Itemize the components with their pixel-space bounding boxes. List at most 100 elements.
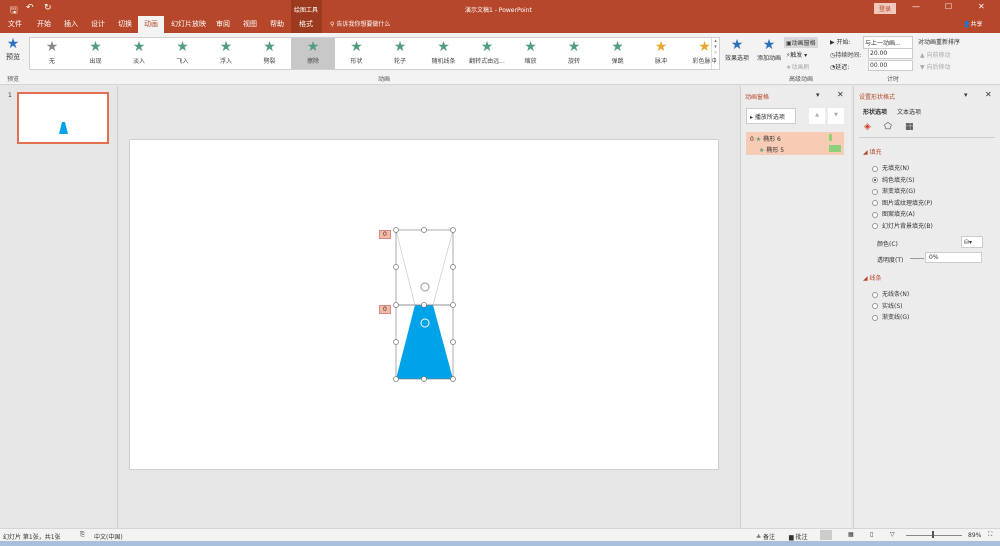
- fill-option-radio[interactable]: 图案填充(A): [872, 209, 915, 218]
- close-icon[interactable]: ✕: [985, 90, 992, 99]
- size-properties-icon[interactable]: ▦: [905, 122, 914, 132]
- normal-view-button[interactable]: [820, 530, 832, 540]
- animation-star-icon: ★: [219, 39, 233, 55]
- animation-option[interactable]: ★ 飞入: [161, 38, 205, 69]
- redo-icon[interactable]: ↻: [44, 3, 52, 13]
- animation-option[interactable]: ★ 缩放: [509, 38, 553, 69]
- play-selected-button[interactable]: ▸ 播放所选项: [746, 108, 796, 124]
- tab-help[interactable]: 帮助: [270, 19, 284, 29]
- preview-button[interactable]: ★ 预览: [3, 36, 23, 62]
- tab-animations[interactable]: 动画: [138, 16, 164, 33]
- animation-painter-button[interactable]: ★动画刷: [786, 62, 809, 71]
- zoom-slider[interactable]: [906, 535, 962, 536]
- fill-section-header[interactable]: ◢ 填充: [863, 147, 882, 156]
- tab-slideshow[interactable]: 幻灯片放映: [171, 19, 206, 29]
- fill-option-radio[interactable]: 无填充(N): [872, 163, 909, 172]
- tab-insert[interactable]: 插入: [64, 19, 78, 29]
- maximize-button[interactable]: ☐: [945, 2, 952, 11]
- close-icon[interactable]: ✕: [837, 90, 844, 99]
- tab-file[interactable]: 文件: [8, 19, 22, 29]
- trigger-button[interactable]: ⚡触发 ▾: [786, 50, 807, 59]
- fill-option-radio[interactable]: 图片或纹理填充(P): [872, 198, 932, 207]
- move-up-button[interactable]: ▲: [809, 108, 825, 124]
- tab-design[interactable]: 设计: [91, 19, 105, 29]
- tab-view[interactable]: 视图: [243, 19, 257, 29]
- animation-option[interactable]: ★ 彩色脉冲: [683, 38, 727, 69]
- share-button[interactable]: 👤共享: [963, 19, 983, 28]
- animation-pane-button[interactable]: ▣动画窗格: [784, 37, 818, 48]
- animation-option[interactable]: ★ 无: [30, 38, 74, 69]
- tab-format[interactable]: 格式: [299, 19, 313, 29]
- color-picker-button[interactable]: ⛁▾: [961, 236, 983, 248]
- animation-option[interactable]: ★ 劈裂: [248, 38, 292, 69]
- animation-option[interactable]: ★ 随机线条: [422, 38, 466, 69]
- animation-option[interactable]: ★ 轮子: [378, 38, 422, 69]
- animation-star-icon: ★: [480, 39, 494, 55]
- fill-option-label: 幻灯片背景填充(B): [882, 222, 933, 230]
- notes-button[interactable]: ≙ 备注: [756, 532, 775, 541]
- gallery-scrollbar[interactable]: ▴ ▾ ▿: [711, 38, 719, 69]
- zoom-level[interactable]: 89%: [968, 532, 981, 539]
- login-button[interactable]: 登录: [874, 3, 897, 14]
- line-option-radio[interactable]: 实线(S): [872, 301, 903, 310]
- pane-menu-icon[interactable]: ▾: [816, 91, 820, 99]
- line-option-radio[interactable]: 渐变线(G): [872, 312, 909, 321]
- delay-input[interactable]: 00.00: [868, 60, 913, 71]
- tab-review[interactable]: 审阅: [216, 19, 230, 29]
- tell-me-search[interactable]: ⚲ 告诉我你想要做什么: [330, 19, 390, 28]
- animation-option[interactable]: ★ 翻转式由远...: [465, 38, 509, 69]
- animation-tag[interactable]: 0: [379, 305, 391, 314]
- tab-text-options[interactable]: 文本选项: [897, 107, 921, 116]
- move-down-button[interactable]: ▼: [828, 108, 844, 124]
- slide-sorter-button[interactable]: ▦: [848, 531, 854, 538]
- animation-option[interactable]: ★ 旋转: [552, 38, 596, 69]
- tab-shape-options[interactable]: 形状选项: [863, 107, 887, 116]
- animation-option[interactable]: ★ 形状: [335, 38, 379, 69]
- fill-option-radio[interactable]: 渐变填充(G): [872, 186, 915, 195]
- duration-input[interactable]: 20.00: [868, 48, 913, 59]
- zoom-slider-thumb[interactable]: [932, 531, 934, 538]
- minimize-button[interactable]: —: [912, 2, 920, 11]
- animation-option[interactable]: ★ 出现: [74, 38, 118, 69]
- transparency-slider[interactable]: [910, 258, 924, 259]
- animation-option[interactable]: ★ 淡入: [117, 38, 161, 69]
- pane-menu-icon[interactable]: ▾: [964, 91, 968, 99]
- line-option-label: 无线条(N): [882, 291, 910, 298]
- add-animation-button[interactable]: ★ 添加动画: [756, 37, 782, 62]
- animation-option-label: 劈裂: [263, 58, 276, 65]
- animation-option[interactable]: ★ 擦除: [291, 38, 335, 69]
- tab-home[interactable]: 开始: [37, 19, 51, 29]
- line-section-header[interactable]: ◢ 线条: [863, 273, 882, 282]
- tab-transitions[interactable]: 切换: [118, 19, 132, 29]
- star-icon: ★: [730, 37, 744, 53]
- transparency-input[interactable]: 0%: [925, 252, 982, 263]
- close-button[interactable]: ✕: [978, 2, 985, 11]
- effect-options-button[interactable]: ★ 效果选项: [725, 37, 749, 62]
- language[interactable]: 中文(中国): [94, 532, 123, 541]
- undo-icon[interactable]: ↶: [26, 3, 34, 13]
- animation-tag[interactable]: 0: [379, 230, 391, 239]
- reading-view-button[interactable]: ▯: [870, 531, 873, 538]
- spellcheck-icon[interactable]: ⎘: [80, 531, 85, 539]
- move-earlier-button[interactable]: ▲ 向前移动: [920, 50, 951, 59]
- save-icon[interactable]: 🖫: [10, 3, 18, 19]
- fill-option-radio[interactable]: 幻灯片背景填充(B): [872, 221, 933, 230]
- effects-pentagon-icon[interactable]: ⬠: [884, 122, 892, 132]
- fill-line-icon[interactable]: ◈: [864, 122, 871, 132]
- comments-button[interactable]: ▆ 批注: [789, 532, 808, 541]
- fill-option-radio[interactable]: 纯色填充(S): [872, 175, 915, 184]
- slide-thumbnail[interactable]: [17, 92, 109, 144]
- animation-item[interactable]: 0 ★ 椭形 6: [750, 134, 781, 143]
- tell-me-text: 告诉我你想要做什么: [336, 21, 391, 28]
- move-earlier-label: 向前移动: [926, 52, 951, 59]
- animation-option[interactable]: ★ 脉冲: [639, 38, 683, 69]
- animation-option[interactable]: ★ 浮入: [204, 38, 248, 69]
- advanced-group-label: 高级动画: [789, 76, 814, 83]
- line-option-radio[interactable]: 无线条(N): [872, 289, 909, 298]
- animation-item[interactable]: ★ 椭形 5: [759, 145, 784, 154]
- move-later-button[interactable]: ▼ 向后移动: [920, 62, 951, 71]
- animation-option[interactable]: ★ 弹跳: [596, 38, 640, 69]
- fill-option-label: 渐变填充(G): [882, 188, 916, 195]
- fit-slide-button[interactable]: ⛶: [988, 531, 992, 539]
- slideshow-button[interactable]: ▽: [890, 531, 895, 538]
